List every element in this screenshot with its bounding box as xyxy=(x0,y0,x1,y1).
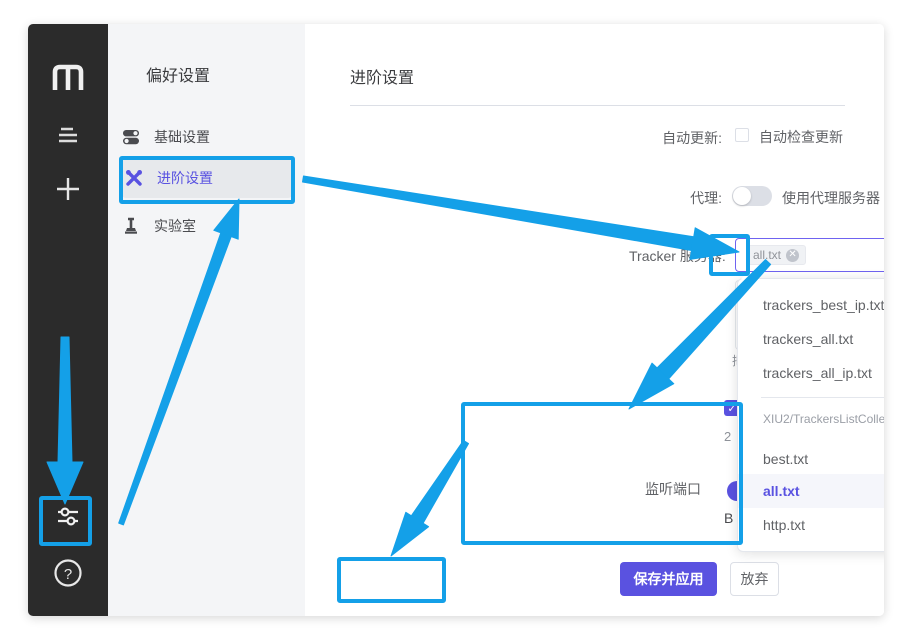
proxy-toggle[interactable] xyxy=(732,186,772,206)
proxy-toggle-label: 使用代理服务器 xyxy=(782,188,880,208)
dropdown-item[interactable]: best.txt xyxy=(738,442,884,476)
annotation-box-preferences-icon xyxy=(39,496,92,546)
auto-update-label: 自动更新: xyxy=(627,128,722,148)
basic-settings-icon xyxy=(122,128,140,146)
discard-button[interactable]: 放弃 xyxy=(730,562,779,596)
help-icon[interactable]: ? xyxy=(28,558,108,588)
sidebar-item-lab[interactable]: 实验室 xyxy=(122,210,292,242)
annotation-box-chevron xyxy=(709,234,750,276)
dropdown-item[interactable]: trackers_all_ip.txt xyxy=(738,356,884,390)
add-task-icon[interactable] xyxy=(28,176,108,202)
sidebar-item-basic-settings[interactable]: 基础设置 xyxy=(122,121,292,153)
annotation-box-dropdown-section xyxy=(461,402,743,545)
auto-check-update-checkbox[interactable] xyxy=(735,128,749,142)
motrix-logo-icon xyxy=(28,64,108,90)
title-divider xyxy=(350,105,845,106)
tag-close-icon[interactable]: ✕ xyxy=(786,249,799,262)
dropdown-item-selected[interactable]: all.txt ✓ xyxy=(738,474,884,508)
proxy-label: 代理: xyxy=(627,188,722,208)
dropdown-item-label: all.txt xyxy=(763,483,800,499)
app-window: ? 偏好设置 基础设置 xyxy=(28,24,884,616)
preferences-panel: 偏好设置 基础设置 进阶设置 xyxy=(108,24,305,616)
dropdown-item[interactable]: trackers_best_ip.txt xyxy=(738,288,884,322)
tracker-dropdown: trackers_best_ip.txt trackers_all.txt tr… xyxy=(737,278,884,552)
preferences-title: 偏好设置 xyxy=(146,62,210,86)
tag-label: all.txt xyxy=(753,248,781,262)
dropdown-item[interactable]: http.txt xyxy=(738,508,884,542)
toggle-knob xyxy=(733,187,751,205)
dropdown-group-label: XIU2/TrackersListCollection xyxy=(763,412,884,426)
tracker-select[interactable]: all.txt ✕ ∧ xyxy=(735,238,884,272)
save-apply-button[interactable]: 保存并应用 xyxy=(620,562,717,596)
annotation-box-save-button xyxy=(337,557,446,603)
dropdown-item[interactable]: trackers_all.txt xyxy=(738,322,884,356)
sidebar-item-label: 实验室 xyxy=(154,216,196,236)
lab-stamp-icon xyxy=(122,217,140,235)
task-list-icon[interactable] xyxy=(28,126,108,144)
selected-tracker-tag: all.txt ✕ xyxy=(746,245,806,265)
annotation-box-advanced-settings xyxy=(119,156,295,204)
sidebar-item-label: 基础设置 xyxy=(154,127,210,147)
page-title: 进阶设置 xyxy=(350,64,414,88)
dropdown-group-divider xyxy=(761,397,884,398)
svg-text:?: ? xyxy=(64,566,72,583)
auto-check-update-checkbox-label[interactable]: 自动检查更新 xyxy=(759,127,843,147)
